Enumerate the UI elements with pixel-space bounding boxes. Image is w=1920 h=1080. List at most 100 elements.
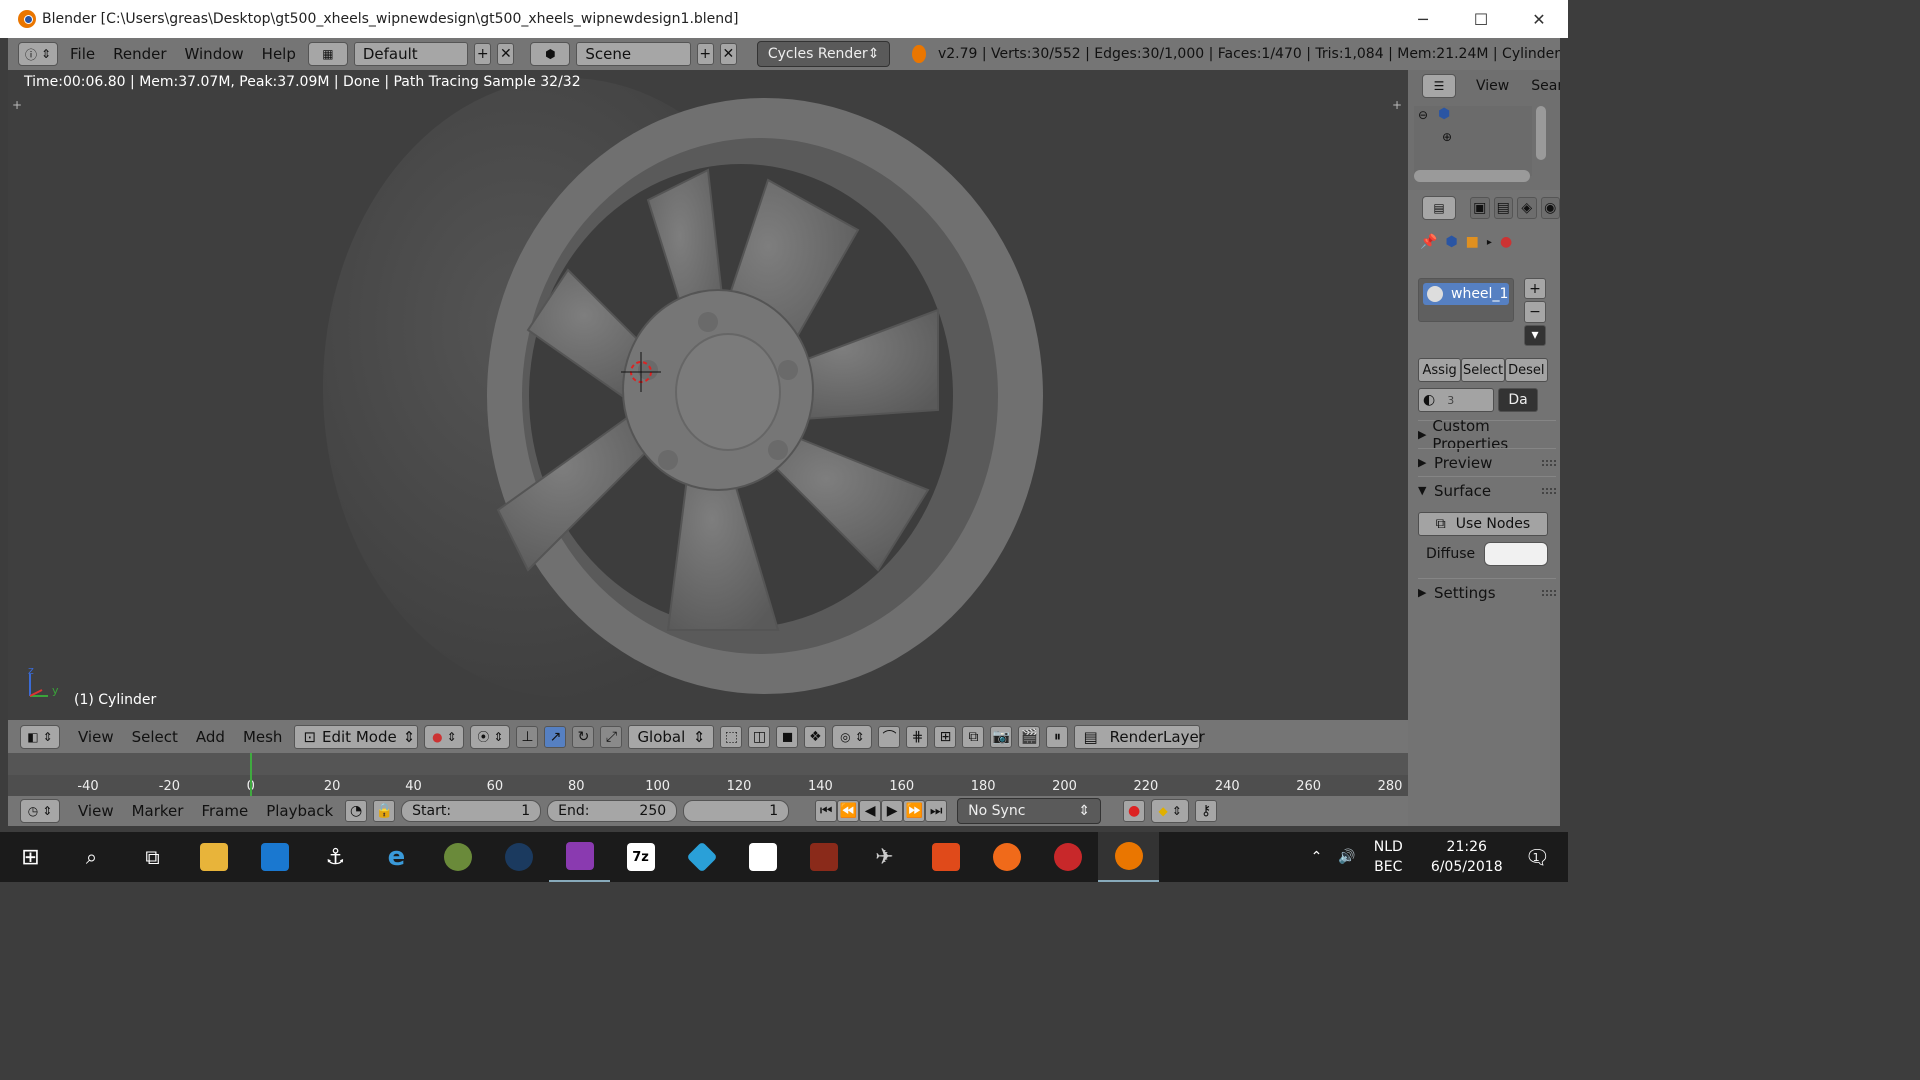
copy-icon[interactable]: ⧉: [962, 725, 985, 748]
assign-button[interactable]: Assig: [1418, 358, 1462, 382]
expand-icon[interactable]: ⊕: [1442, 130, 1452, 144]
menu-view[interactable]: View: [72, 728, 120, 746]
menu-mesh[interactable]: Mesh: [237, 728, 289, 746]
viewport-shading-select[interactable]: ● ⇕: [424, 724, 465, 749]
deselect-button[interactable]: Desel: [1504, 358, 1548, 382]
outliner-editor-type-button[interactable]: ☰: [1422, 74, 1456, 98]
start-button[interactable]: ⊞: [0, 832, 61, 882]
taskbar-app[interactable]: [1037, 832, 1098, 882]
scene-tab-icon[interactable]: ◈: [1517, 197, 1537, 219]
search-button[interactable]: ⌕: [61, 832, 122, 882]
menu-file[interactable]: File: [64, 45, 101, 63]
manipulator-toggle-icon[interactable]: ⊥: [516, 725, 539, 748]
start-frame-field[interactable]: Start: 1: [401, 800, 542, 822]
properties-editor-type-button[interactable]: ▤: [1422, 196, 1456, 220]
drag-grip-icon[interactable]: [1542, 589, 1556, 596]
diffuse-color-swatch[interactable]: [1484, 542, 1548, 566]
outliner-tree[interactable]: ⊖ ⬢ ⊕: [1414, 106, 1532, 176]
outliner-scrollbar[interactable]: [1536, 106, 1546, 160]
snap-target-icon[interactable]: ⊞: [934, 725, 957, 748]
area-split-icon[interactable]: +: [1392, 98, 1402, 112]
add-layout-button[interactable]: +: [474, 43, 492, 65]
notifications-button[interactable]: 🗨 1: [1525, 845, 1550, 869]
minimize-button[interactable]: ─: [1394, 0, 1452, 38]
jump-keyframe-forward-icon[interactable]: ⏩: [903, 800, 926, 822]
sync-select[interactable]: No Sync ⇕: [957, 798, 1102, 824]
language-indicator[interactable]: NLD BEC: [1374, 837, 1403, 877]
orientation-select[interactable]: Global ⇕: [628, 724, 715, 749]
render-layer-tab-icon[interactable]: ▤: [1493, 197, 1513, 219]
jump-end-icon[interactable]: ⏭: [925, 800, 948, 822]
scene-field[interactable]: Scene: [576, 42, 691, 66]
outliner-view-menu[interactable]: View: [1476, 78, 1509, 94]
taskbar-app[interactable]: [488, 832, 549, 882]
mode-select[interactable]: ⊡ Edit Mode ⇕: [294, 724, 419, 749]
scale-icon[interactable]: ⤢: [600, 725, 623, 748]
timeline-area[interactable]: -40-200204060801001201401601802002202402…: [8, 753, 1408, 796]
3d-viewport[interactable]: Time:00:06.80 | Mem:37.07M, Peak:37.09M …: [8, 70, 1408, 720]
outliner-hscrollbar[interactable]: [1414, 170, 1530, 182]
drag-grip-icon[interactable]: [1542, 487, 1556, 494]
panel-custom-properties[interactable]: ▶ Custom Properties: [1418, 417, 1556, 453]
keying-settings-icon[interactable]: ⚷: [1195, 800, 1218, 822]
current-frame-field[interactable]: 1: [683, 800, 790, 822]
preview-range-icon[interactable]: ◔: [345, 800, 368, 822]
menu-window[interactable]: Window: [179, 45, 250, 63]
maximize-button[interactable]: ☐: [1452, 0, 1510, 38]
taskbar-app[interactable]: [549, 832, 610, 882]
taskbar-app[interactable]: [732, 832, 793, 882]
panel-surface[interactable]: ▼ Surface: [1418, 476, 1556, 504]
material-slot-selected[interactable]: wheel_1: [1423, 283, 1509, 305]
end-frame-field[interactable]: End: 250: [547, 800, 678, 822]
remove-layout-button[interactable]: ✕: [497, 43, 515, 65]
taskbar-app[interactable]: ⚓: [305, 832, 366, 882]
opengl-render-icon[interactable]: 📷: [990, 725, 1013, 748]
menu-playback[interactable]: Playback: [260, 802, 339, 820]
editor-type-button[interactable]: ◷ ⇕: [20, 799, 60, 823]
screen-layout-field[interactable]: Default: [353, 42, 469, 66]
taskbar-app[interactable]: [183, 832, 244, 882]
select-button[interactable]: Select: [1461, 358, 1505, 382]
taskbar-app[interactable]: e: [366, 832, 427, 882]
data-link-select[interactable]: Da: [1498, 388, 1538, 412]
limit-selection-icon[interactable]: ❖: [804, 725, 827, 748]
rotate-icon[interactable]: ↻: [572, 725, 595, 748]
snap-toggle-icon[interactable]: ⌒: [878, 725, 901, 748]
editor-type-button[interactable]: ⓘ ⇕: [18, 42, 58, 66]
add-slot-button[interactable]: +: [1524, 278, 1546, 300]
taskbar-app[interactable]: [793, 832, 854, 882]
menu-render[interactable]: Render: [107, 45, 172, 63]
taskbar-app[interactable]: [915, 832, 976, 882]
area-split-icon[interactable]: +: [12, 98, 22, 112]
screen-layout-button[interactable]: ▦: [307, 42, 348, 66]
vertex-select-icon[interactable]: ⬚: [720, 725, 743, 748]
timeline-track[interactable]: [8, 775, 1408, 796]
face-select-icon[interactable]: ◼: [776, 725, 799, 748]
outliner-search-menu[interactable]: Search: [1531, 78, 1560, 94]
pivot-point-select[interactable]: ⦿ ⇕: [470, 724, 511, 749]
panel-settings[interactable]: ▶ Settings: [1418, 578, 1556, 606]
scene-button[interactable]: ⬢: [530, 42, 571, 66]
taskbar-app[interactable]: ✈: [854, 832, 915, 882]
current-frame-indicator[interactable]: [250, 753, 252, 796]
taskbar-app[interactable]: [244, 832, 305, 882]
jump-start-icon[interactable]: ⏮: [815, 800, 838, 822]
snap-element-icon[interactable]: ⋕: [906, 725, 929, 748]
pin-icon[interactable]: 📌: [1420, 234, 1437, 250]
remove-slot-button[interactable]: −: [1524, 301, 1546, 323]
task-view-button[interactable]: ⧉: [122, 832, 183, 882]
taskbar-app-active[interactable]: [1098, 832, 1159, 882]
opengl-anim-icon[interactable]: 🎬: [1018, 725, 1041, 748]
taskbar-app[interactable]: [976, 832, 1037, 882]
menu-frame[interactable]: Frame: [195, 802, 254, 820]
taskbar-app[interactable]: [427, 832, 488, 882]
lock-icon[interactable]: 🔒: [373, 800, 396, 822]
clock[interactable]: 21:26 6/05/2018: [1431, 837, 1503, 877]
jump-keyframe-back-icon[interactable]: ⏪: [837, 800, 860, 822]
volume-icon[interactable]: 🔊: [1338, 849, 1355, 865]
keying-set-select[interactable]: ◆ ⇕: [1151, 799, 1190, 823]
chevron-up-icon[interactable]: ⌃: [1311, 849, 1323, 865]
menu-marker[interactable]: Marker: [126, 802, 190, 820]
use-nodes-button[interactable]: ⧉ Use Nodes: [1418, 512, 1548, 536]
slot-menu-button[interactable]: ▾: [1524, 324, 1546, 346]
